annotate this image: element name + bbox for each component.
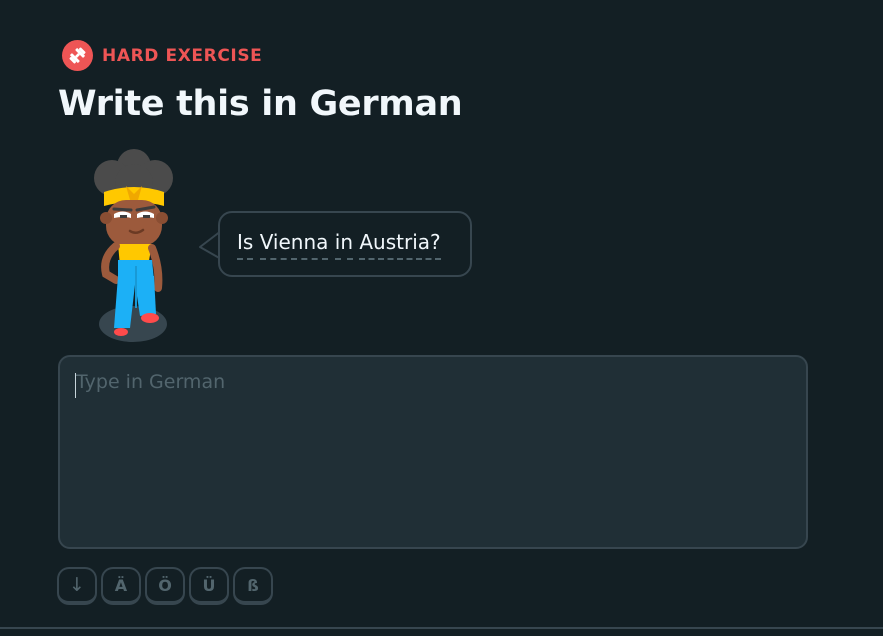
exercise-badge-label: HARD EXERCISE (102, 45, 263, 66)
collapse-keys-button[interactable]: ↓ (57, 567, 97, 605)
special-character-keys: ↓ Ä Ö Ü ß (57, 567, 273, 605)
key-eszett[interactable]: ß (233, 567, 273, 605)
prompt-word[interactable]: Austria? (359, 230, 441, 260)
exercise-badge: HARD EXERCISE (62, 40, 262, 71)
answer-input[interactable] (58, 355, 808, 549)
prompt-word[interactable]: in (334, 230, 353, 260)
footer-divider (0, 627, 883, 629)
key-a-umlaut[interactable]: Ä (101, 567, 141, 605)
prompt-word[interactable]: Vienna (259, 230, 329, 260)
prompt-sentence: Is Vienna in Austria? (237, 230, 441, 260)
key-o-umlaut[interactable]: Ö (145, 567, 185, 605)
character-illustration (90, 148, 186, 344)
speech-bubble: Is Vienna in Austria? (218, 211, 472, 277)
text-cursor (75, 373, 76, 398)
page-title: Write this in German (58, 84, 463, 124)
key-u-umlaut[interactable]: Ü (189, 567, 229, 605)
prompt-word[interactable]: Is (237, 230, 254, 260)
dumbbell-icon (62, 40, 93, 71)
